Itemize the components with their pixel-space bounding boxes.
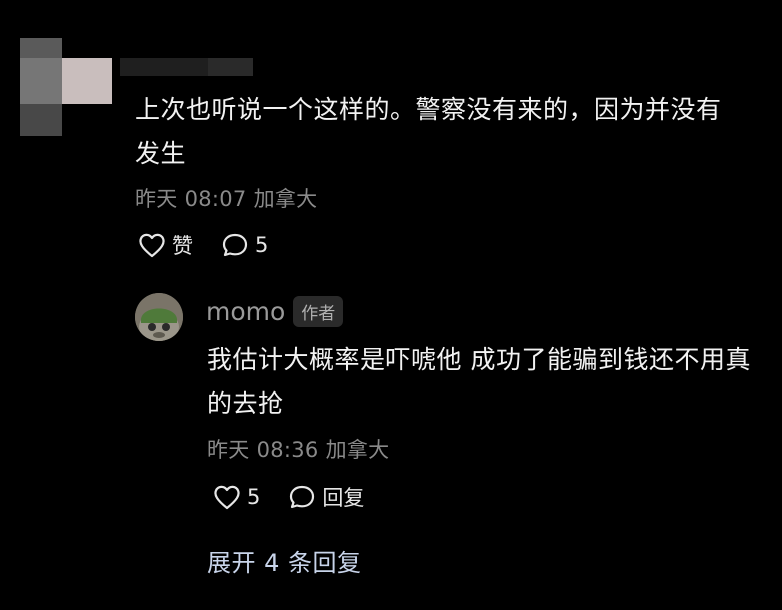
reply-label: 回复	[322, 486, 365, 510]
reply-actions: 5 回复	[213, 482, 392, 512]
reply-like-count: 5	[247, 485, 261, 509]
reply-reply-button[interactable]: 回复	[288, 482, 364, 512]
reply-count: 5	[255, 233, 269, 257]
comment-reply-count-button[interactable]: 5	[221, 232, 268, 258]
reply-avatar[interactable]	[135, 293, 183, 341]
reply-meta: 昨天 08:36 加拿大	[207, 438, 390, 462]
speech-bubble-icon	[290, 485, 315, 509]
speech-bubble-icon	[222, 233, 248, 257]
like-label: 赞	[172, 234, 193, 258]
reply-like-button[interactable]: 5	[213, 484, 260, 510]
comment-actions: 赞 5	[138, 230, 296, 260]
comment-text: 上次也听说一个这样的。警察没有来的，因为并没有发生	[135, 95, 722, 168]
expand-replies-button[interactable]: 展开 4 条回复	[207, 543, 362, 578]
blurred-username[interactable]	[120, 58, 253, 76]
reply-text: 我估计大概率是吓唬他 成功了能骗到钱还不用真的去抢	[207, 345, 751, 418]
author-badge: 作者	[293, 296, 344, 327]
reply-username[interactable]: momo	[206, 297, 285, 326]
reply-username-row: momo 作者	[206, 296, 344, 327]
heart-outline-icon	[139, 233, 165, 258]
heart-outline-icon	[214, 485, 240, 510]
like-button[interactable]: 赞	[138, 230, 193, 260]
blurred-avatar[interactable]	[20, 38, 112, 136]
comment-meta: 昨天 08:07 加拿大	[135, 187, 318, 211]
avatar-image	[135, 293, 183, 341]
